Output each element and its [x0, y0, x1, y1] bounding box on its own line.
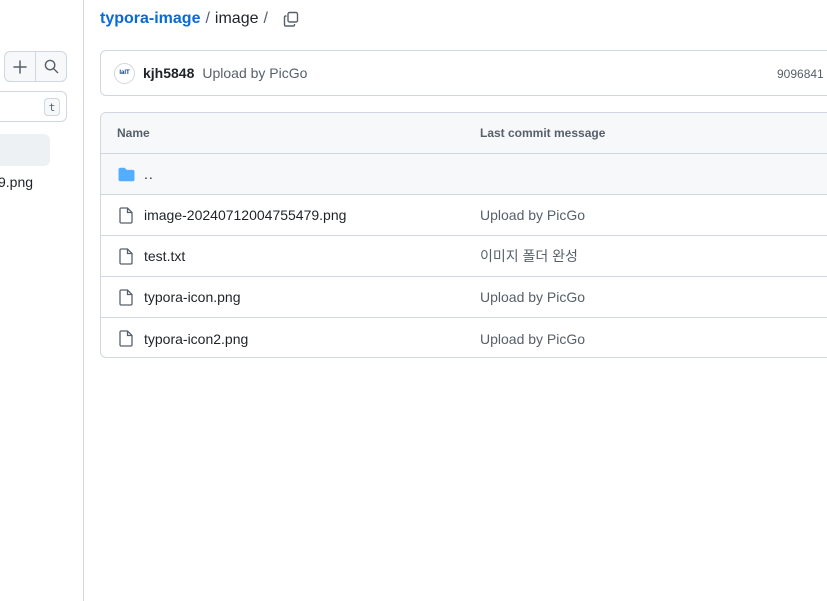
- parent-directory-row[interactable]: ..: [101, 154, 827, 195]
- copy-icon: [283, 11, 299, 27]
- table-header: Name Last commit message: [101, 113, 827, 154]
- file-icon: [117, 206, 135, 224]
- table-row: typora-icon2.png Upload by PicGo: [101, 318, 827, 357]
- file-name-link[interactable]: test.txt: [144, 248, 185, 264]
- breadcrumb: typora-image / image /: [100, 9, 299, 29]
- shortcut-key-badge: t: [44, 98, 60, 116]
- latest-commit-bar: IaIT kjh5848 Upload by PicGo 9096841 ·: [100, 50, 827, 96]
- tree-button-group: [4, 51, 67, 82]
- folder-icon: [117, 165, 135, 183]
- file-commit-message-link[interactable]: Upload by PicGo: [480, 331, 585, 347]
- file-icon: [117, 330, 135, 348]
- file-commit-message-link[interactable]: Upload by PicGo: [480, 207, 585, 223]
- tree-item-selected[interactable]: [0, 134, 50, 166]
- tree-item-file[interactable]: 9.png: [0, 174, 33, 190]
- commit-sha-link[interactable]: 9096841 ·: [777, 67, 827, 81]
- breadcrumb-separator: /: [205, 10, 210, 27]
- file-icon: [117, 288, 135, 306]
- table-row: test.txt 이미지 폴더 완성: [101, 236, 827, 277]
- breadcrumb-separator: /: [263, 10, 268, 27]
- column-header-message: Last commit message: [480, 126, 606, 140]
- add-file-button[interactable]: [5, 52, 35, 81]
- go-to-file-input[interactable]: t: [0, 91, 67, 122]
- file-table: Name Last commit message .. image-202407…: [100, 112, 827, 358]
- column-header-name: Name: [117, 126, 150, 140]
- file-name-link[interactable]: typora-icon.png: [144, 289, 241, 305]
- file-name-link[interactable]: typora-icon2.png: [144, 331, 248, 347]
- search-button[interactable]: [35, 52, 66, 81]
- file-icon: [117, 247, 135, 265]
- commit-author-link[interactable]: kjh5848: [143, 65, 194, 81]
- file-commit-message-link[interactable]: 이미지 폴더 완성: [480, 246, 578, 266]
- avatar[interactable]: IaIT: [114, 62, 135, 84]
- commit-message-link[interactable]: Upload by PicGo: [202, 65, 307, 81]
- file-name-link[interactable]: image-20240712004755479.png: [144, 207, 346, 223]
- breadcrumb-current-folder: image: [214, 10, 259, 27]
- copy-path-button[interactable]: [283, 11, 299, 27]
- parent-directory-link[interactable]: ..: [144, 166, 154, 182]
- table-row: typora-icon.png Upload by PicGo: [101, 277, 827, 318]
- search-icon: [44, 59, 58, 74]
- file-tree-panel: t 9.png: [0, 0, 84, 601]
- table-row: image-20240712004755479.png Upload by Pi…: [101, 195, 827, 236]
- plus-icon: [13, 59, 27, 74]
- breadcrumb-repo-link[interactable]: typora-image: [100, 10, 200, 28]
- file-commit-message-link[interactable]: Upload by PicGo: [480, 289, 585, 305]
